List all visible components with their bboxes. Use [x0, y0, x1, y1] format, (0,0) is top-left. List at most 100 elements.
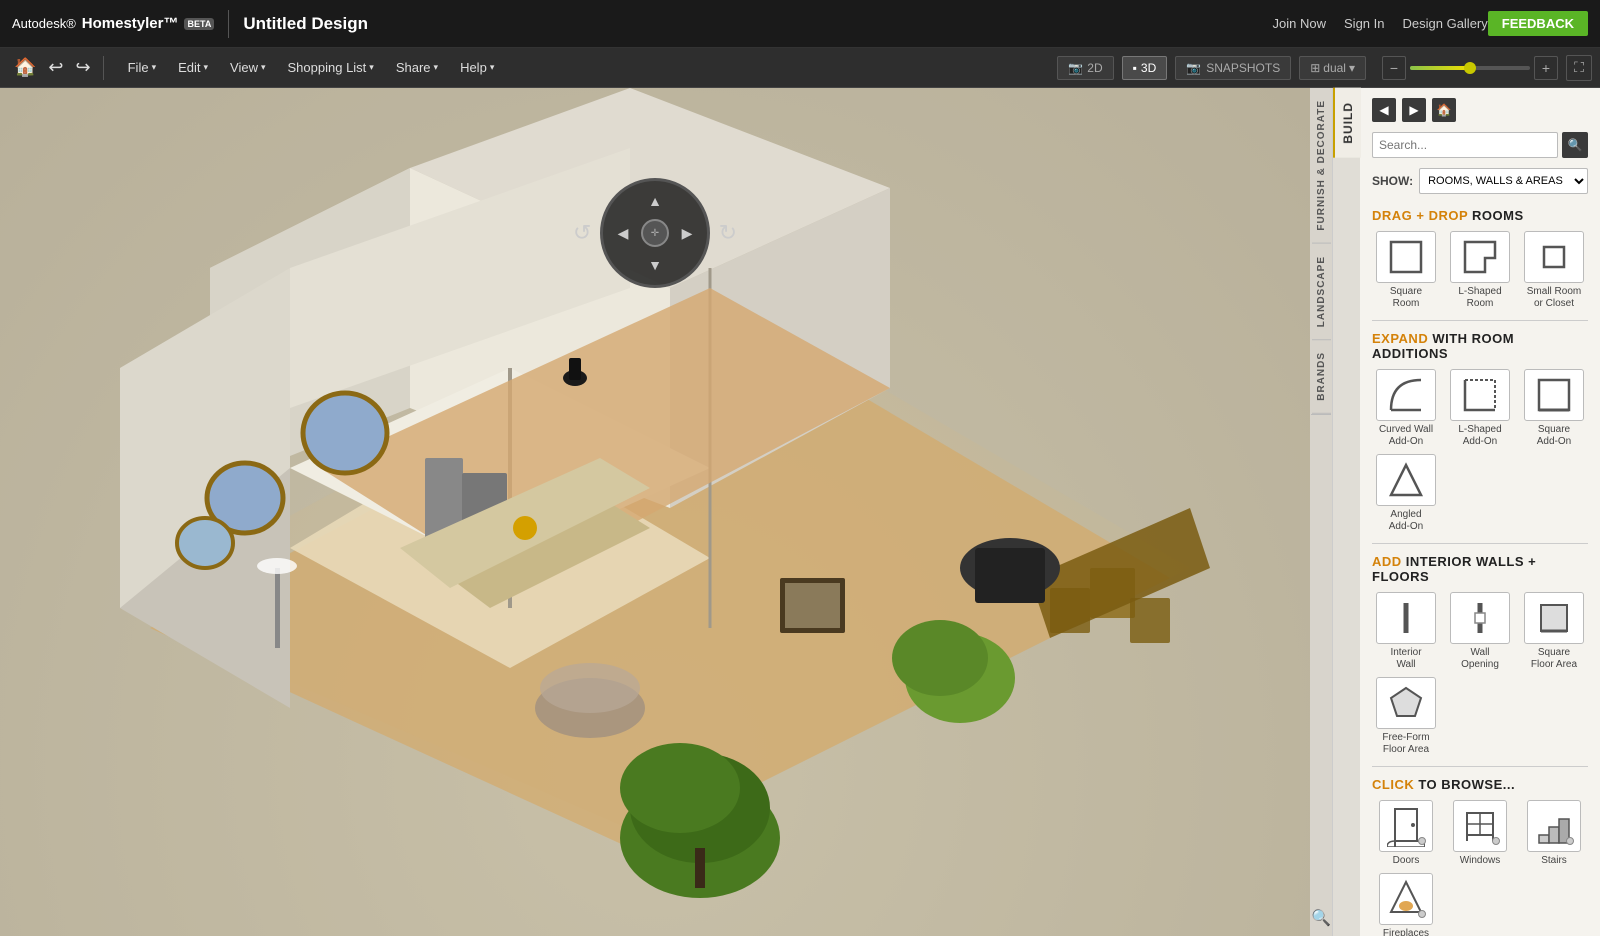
right-panel: FURNISH & DECORATE LANDSCAPE BRANDS 🔍 BU…: [1310, 88, 1600, 936]
panel-search-input[interactable]: [1372, 132, 1558, 158]
edit-arrow: ▾: [204, 62, 209, 73]
wall-opening-svg: [1461, 599, 1499, 637]
home-button[interactable]: 🏠: [8, 57, 42, 78]
divider-1: [1372, 320, 1588, 321]
design-gallery-link[interactable]: Design Gallery: [1403, 16, 1488, 31]
brands-tab[interactable]: BRANDS: [1312, 340, 1331, 414]
curved-wall-label: Curved WallAdd-On: [1379, 424, 1433, 448]
fireplaces-label: Fireplaces: [1383, 928, 1429, 936]
build-tab[interactable]: BUILD: [1332, 88, 1360, 936]
design-title: Untitled Design: [243, 14, 368, 34]
wall-opening-item[interactable]: WallOpening: [1446, 592, 1514, 671]
nav-center[interactable]: ✛: [641, 219, 669, 247]
menu-share[interactable]: Share ▾: [386, 55, 448, 80]
nav-left-button[interactable]: ◀: [611, 221, 635, 245]
square-floor-item[interactable]: SquareFloor Area: [1520, 592, 1588, 671]
square-addon-item[interactable]: SquareAdd-On: [1520, 369, 1588, 448]
l-shaped-room-label: L-ShapedRoom: [1458, 286, 1501, 310]
panel-search-button[interactable]: 🔍: [1562, 132, 1588, 158]
stairs-browse-item[interactable]: Stairs: [1520, 800, 1588, 867]
curved-wall-svg: [1387, 376, 1425, 414]
menu-separator-1: [103, 56, 104, 80]
l-shaped-room-icon-box: [1450, 231, 1510, 283]
interior-wall-svg: [1387, 599, 1425, 637]
menu-file[interactable]: File ▾: [118, 55, 166, 80]
menu-bar: 🏠 ↩ ↪ File ▾ Edit ▾ View ▾ Shopping List…: [0, 48, 1600, 88]
zoom-slider[interactable]: [1410, 66, 1530, 70]
freeform-floor-item[interactable]: Free-FormFloor Area: [1372, 677, 1440, 756]
nav-down-button[interactable]: ▼: [643, 253, 667, 277]
small-room-item[interactable]: Small Roomor Closet: [1520, 231, 1588, 310]
menu-view[interactable]: View ▾: [220, 55, 275, 80]
menu-edit[interactable]: Edit ▾: [168, 55, 218, 80]
wall-opening-icon-box: [1450, 592, 1510, 644]
square-room-item[interactable]: SquareRoom: [1372, 231, 1440, 310]
undo-button[interactable]: ↩: [42, 57, 69, 78]
nav-up-button[interactable]: ▲: [643, 189, 667, 213]
show-label: SHOW:: [1372, 174, 1413, 188]
panel-back-button[interactable]: ◀: [1372, 98, 1396, 122]
viewport[interactable]: ↺ ▲ ▼ ◀ ▶ ✛ ↻: [0, 88, 1310, 936]
square-addon-label: SquareAdd-On: [1537, 424, 1571, 448]
sign-in-link[interactable]: Sign In: [1344, 16, 1384, 31]
fullscreen-button[interactable]: ⛶: [1566, 55, 1592, 81]
panel-forward-button[interactable]: ▶: [1402, 98, 1426, 122]
divider-3: [1372, 766, 1588, 767]
walls-floors-label: ADD INTERIOR WALLS + FLOORS: [1372, 554, 1588, 584]
stairs-label: Stairs: [1541, 855, 1567, 867]
landscape-tab[interactable]: LANDSCAPE: [1312, 244, 1331, 340]
angled-addon-item[interactable]: AngledAdd-On: [1372, 454, 1440, 533]
panel-content: ◀ ▶ 🏠 🔍 SHOW: ROOMS, WALLS & AREAS ALL W…: [1360, 88, 1600, 936]
curved-wall-addon-item[interactable]: Curved WallAdd-On: [1372, 369, 1440, 448]
view-3d-button[interactable]: ▪ 3D: [1122, 56, 1168, 80]
zoom-slider-thumb: [1464, 62, 1476, 74]
rotate-right-button[interactable]: ↻: [719, 220, 737, 246]
brand-separator: [228, 10, 229, 38]
menu-shopping-list[interactable]: Shopping List ▾: [278, 55, 384, 80]
l-shaped-room-item[interactable]: L-ShapedRoom: [1446, 231, 1514, 310]
panel-header: ◀ ▶ 🏠: [1372, 98, 1588, 122]
small-room-label: Small Roomor Closet: [1527, 286, 1581, 310]
zoom-out-button[interactable]: −: [1382, 56, 1406, 80]
redo-button[interactable]: ↪: [70, 57, 97, 78]
panel-home-button[interactable]: 🏠: [1432, 98, 1456, 122]
stairs-icon-box: [1527, 800, 1581, 852]
l-shaped-addon-item[interactable]: L-ShapedAdd-On: [1446, 369, 1514, 448]
view-arrow: ▾: [261, 62, 266, 73]
fireplaces-browse-item[interactable]: Fireplaces: [1372, 873, 1440, 936]
menu-help[interactable]: Help ▾: [450, 55, 504, 80]
furnish-decorate-tab[interactable]: FURNISH & DECORATE: [1312, 88, 1331, 244]
cube-3d-icon: ▪: [1133, 61, 1137, 75]
square-room-label: SquareRoom: [1390, 286, 1422, 310]
brand-logo: Autodesk® Homestyler™ BETA: [12, 15, 214, 32]
rotate-left-button[interactable]: ↺: [573, 220, 591, 246]
doors-dot: [1418, 837, 1426, 845]
doors-browse-item[interactable]: Doors: [1372, 800, 1440, 867]
magnifier-icon[interactable]: 🔍: [1311, 908, 1331, 928]
dual-view-button[interactable]: ⊞ dual ▾: [1299, 56, 1366, 80]
view-2d-button[interactable]: 📷 2D: [1057, 56, 1113, 80]
browse-grid: Doors Windows: [1372, 800, 1588, 936]
fireplaces-dot: [1418, 910, 1426, 918]
walls-grid: InteriorWall WallOpening: [1372, 592, 1588, 756]
l-shaped-addon-icon-box: [1450, 369, 1510, 421]
additions-grid: Curved WallAdd-On L-ShapedAdd-On: [1372, 369, 1588, 533]
snapshots-button[interactable]: 📷 SNAPSHOTS: [1175, 56, 1291, 80]
homestyler-text: Homestyler™: [82, 15, 179, 32]
interior-wall-item[interactable]: InteriorWall: [1372, 592, 1440, 671]
nav-right-button[interactable]: ▶: [675, 221, 699, 245]
l-shaped-addon-label: L-ShapedAdd-On: [1458, 424, 1501, 448]
show-select[interactable]: ROOMS, WALLS & AREAS ALL WALLS ONLY FLOO…: [1419, 168, 1588, 194]
build-tab-label[interactable]: BUILD: [1333, 88, 1361, 158]
windows-dot: [1492, 837, 1500, 845]
nav-ring: ▲ ▼ ◀ ▶ ✛: [600, 178, 710, 288]
windows-browse-item[interactable]: Windows: [1446, 800, 1514, 867]
join-now-link[interactable]: Join Now: [1273, 16, 1326, 31]
doors-icon-box: [1379, 800, 1433, 852]
feedback-button[interactable]: FEEDBACK: [1488, 11, 1588, 36]
freeform-floor-svg: [1387, 684, 1425, 722]
top-links: Join Now Sign In Design Gallery: [1273, 16, 1488, 31]
small-room-svg: [1535, 238, 1573, 276]
square-floor-label: SquareFloor Area: [1531, 647, 1577, 671]
zoom-in-button[interactable]: +: [1534, 56, 1558, 80]
